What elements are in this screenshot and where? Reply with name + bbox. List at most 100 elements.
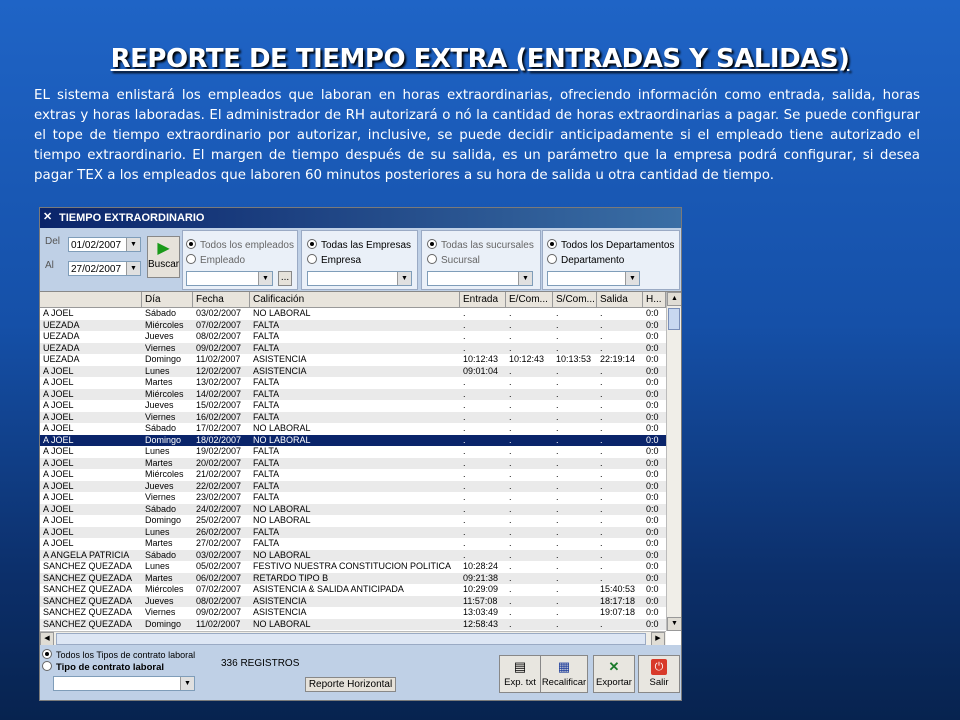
chevron-down-icon[interactable]: ▼: [625, 272, 639, 285]
table-row[interactable]: A JOEL Domingo 18/02/2007 NO LABORAL.... 0:0: [40, 434, 666, 446]
slide-title: REPORTE DE TIEMPO EXTRA (ENTRADAS Y SALI…: [110, 44, 850, 74]
column-header-salida[interactable]: Salida: [597, 292, 643, 307]
employee-more-button[interactable]: ...: [278, 271, 292, 286]
radio-all-contracts[interactable]: Todos los Tipos de contrato laboral: [42, 649, 195, 660]
table-row[interactable]: SANCHEZ QUEZADA Viernes 09/02/2007 ASISTENC…: [40, 607, 666, 619]
vertical-scrollbar[interactable]: ▲ ▼: [666, 292, 681, 631]
table-row[interactable]: A JOEL Martes 13/02/2007 FALTA.... 0:0: [40, 377, 666, 389]
table-row[interactable]: A JOEL Jueves 22/02/2007 FALTA.... 0:0: [40, 480, 666, 492]
cell-e-com: .: [509, 331, 512, 341]
cell-salida: .: [600, 492, 603, 502]
scroll-up-icon[interactable]: ▲: [667, 292, 681, 306]
exportar-button[interactable]: ✕ Exportar: [593, 655, 635, 693]
column-header-fecha[interactable]: Fecha: [193, 292, 250, 307]
column-header-calificacion[interactable]: Calificación: [250, 292, 460, 307]
cell-dia: Martes: [145, 572, 173, 583]
recalificar-button[interactable]: ▦ Recalificar: [540, 655, 588, 693]
chevron-down-icon[interactable]: ▼: [180, 677, 194, 690]
radio-branch[interactable]: Sucursal: [427, 254, 480, 266]
cell-entrada: .: [463, 457, 466, 468]
cell-fecha: 03/02/2007: [196, 308, 242, 318]
cell-name: A JOEL: [43, 423, 74, 433]
column-header-name[interactable]: [40, 292, 142, 307]
cell-salida: 22:19:14: [600, 354, 636, 364]
radio-all-companies[interactable]: Todas las Empresas: [307, 239, 411, 251]
cell-fecha: 24/02/2007: [196, 503, 242, 514]
cell-name: A JOEL: [43, 515, 74, 525]
chevron-down-icon[interactable]: ▼: [397, 272, 411, 285]
employee-combo[interactable]: ▼: [186, 271, 273, 286]
table-row[interactable]: A JOEL Martes 27/02/2007 FALTA.... 0:0: [40, 538, 666, 550]
radio-company[interactable]: Empresa: [307, 254, 361, 266]
cell-entrada: .: [463, 526, 466, 537]
table-row[interactable]: A JOEL Domingo 25/02/2007 NO LABORAL.... 0:0: [40, 515, 666, 527]
table-row[interactable]: A JOEL Martes 20/02/2007 FALTA.... 0:0: [40, 457, 666, 469]
salir-button[interactable]: ⏻ Salir: [638, 655, 680, 693]
table-row[interactable]: A JOEL Lunes 19/02/2007 FALTA.... 0:0: [40, 446, 666, 458]
column-header-entrada[interactable]: Entrada: [460, 292, 506, 307]
cell-fecha: 22/02/2007: [196, 480, 242, 491]
radio-employee[interactable]: Empleado: [186, 254, 245, 266]
radio-department[interactable]: Departamento: [547, 254, 624, 266]
column-header-s-com[interactable]: S/Com...: [553, 292, 597, 307]
table-row[interactable]: A JOEL Viernes 16/02/2007 FALTA.... 0:0: [40, 411, 666, 423]
cell-s-com: .: [556, 526, 559, 537]
table-row[interactable]: A JOEL Miércoles 21/02/2007 FALTA.... 0:0: [40, 469, 666, 481]
cell-e-com: .: [509, 434, 512, 445]
radio-all-employees[interactable]: Todos los empleados: [186, 239, 294, 251]
chevron-down-icon[interactable]: ▼: [518, 272, 532, 285]
cell-dia: Viernes: [145, 607, 176, 617]
scroll-right-icon[interactable]: ▶: [651, 632, 665, 646]
date-from-picker[interactable]: 01/02/2007 ▼: [68, 237, 141, 252]
table-row[interactable]: SANCHEZ QUEZADA Martes 06/02/2007 RETARDO T…: [40, 572, 666, 584]
table-row[interactable]: A JOEL Sábado 03/02/2007 NO LABORAL.... 0:0: [40, 308, 666, 320]
cell-calificacion: FALTA: [253, 400, 280, 410]
table-row[interactable]: A ANGELA PATRICIA Sábado 03/02/2007 NO LABO…: [40, 549, 666, 561]
column-header-dia[interactable]: Día: [142, 292, 193, 307]
table-row[interactable]: UEZADA Miércoles 07/02/2007 FALTA.... 0:0: [40, 319, 666, 331]
table-row[interactable]: A JOEL Miércoles 14/02/2007 FALTA.... 0:0: [40, 388, 666, 400]
table-row[interactable]: A JOEL Sábado 24/02/2007 NO LABORAL.... 0:0: [40, 503, 666, 515]
scroll-down-icon[interactable]: ▼: [667, 617, 681, 631]
buscar-button[interactable]: ▶ Buscar: [147, 236, 180, 278]
cell-e-com: .: [509, 388, 512, 399]
table-row[interactable]: A JOEL Viernes 23/02/2007 FALTA.... 0:0: [40, 492, 666, 504]
chevron-down-icon[interactable]: ▼: [126, 238, 140, 251]
radio-all-branches[interactable]: Todas las sucursales: [427, 239, 534, 251]
company-combo[interactable]: ▼: [307, 271, 412, 286]
contract-combo[interactable]: ▼: [53, 676, 195, 691]
date-to-picker[interactable]: 27/02/2007 ▼: [68, 261, 141, 276]
scroll-left-icon[interactable]: ◀: [40, 632, 54, 646]
radio-all-departments[interactable]: Todos los Departamentos: [547, 239, 674, 251]
hscroll-thumb[interactable]: [56, 633, 646, 645]
branch-combo[interactable]: ▼: [427, 271, 533, 286]
chevron-down-icon[interactable]: ▼: [126, 262, 140, 275]
table-row[interactable]: SANCHEZ QUEZADA Jueves 08/02/2007 ASISTENCI…: [40, 595, 666, 607]
cell-salida: .: [600, 411, 603, 422]
table-row[interactable]: SANCHEZ QUEZADA Domingo 11/02/2007 NO LABOR…: [40, 618, 666, 630]
department-combo[interactable]: ▼: [547, 271, 640, 286]
window-titlebar[interactable]: ✕ TIEMPO EXTRAORDINARIO: [40, 208, 681, 228]
cell-e-com: .: [509, 365, 512, 376]
exp-txt-button[interactable]: ▤ Exp. txt: [499, 655, 541, 693]
table-row[interactable]: UEZADA Domingo 11/02/2007 ASISTENCIA 10:12:4…: [40, 354, 666, 366]
column-header-e-com[interactable]: E/Com...: [506, 292, 553, 307]
table-row[interactable]: UEZADA Viernes 09/02/2007 FALTA.... 0:0: [40, 342, 666, 354]
scroll-thumb[interactable]: [668, 308, 680, 330]
table-row[interactable]: SANCHEZ QUEZADA Lunes 05/02/2007 FESTIVO NU…: [40, 561, 666, 573]
radio-contract-type[interactable]: Tipo de contrato laboral: [42, 661, 164, 673]
table-row[interactable]: UEZADA Jueves 08/02/2007 FALTA.... 0:0: [40, 331, 666, 343]
cell-horas: 0:0: [646, 423, 659, 433]
cell-horas: 0:0: [646, 480, 659, 491]
table-row[interactable]: A JOEL Jueves 15/02/2007 FALTA.... 0:0: [40, 400, 666, 412]
table-row[interactable]: A JOEL Sábado 17/02/2007 NO LABORAL.... 0:0: [40, 423, 666, 435]
table-row[interactable]: A JOEL Lunes 26/02/2007 FALTA.... 0:0: [40, 526, 666, 538]
table-row[interactable]: A JOEL Lunes 12/02/2007 ASISTENCIA 09:01:04.…: [40, 365, 666, 377]
cell-entrada: 10:28:24: [463, 561, 499, 571]
column-header-horas[interactable]: H...: [643, 292, 666, 307]
cell-horas: 0:0: [646, 492, 659, 502]
chevron-down-icon[interactable]: ▼: [258, 272, 272, 285]
cell-calificacion: ASISTENCIA: [253, 607, 307, 617]
table-row[interactable]: SANCHEZ QUEZADA Miércoles 07/02/2007 ASISTE…: [40, 584, 666, 596]
reporte-horizontal-button[interactable]: Reporte Horizontal: [305, 677, 396, 692]
